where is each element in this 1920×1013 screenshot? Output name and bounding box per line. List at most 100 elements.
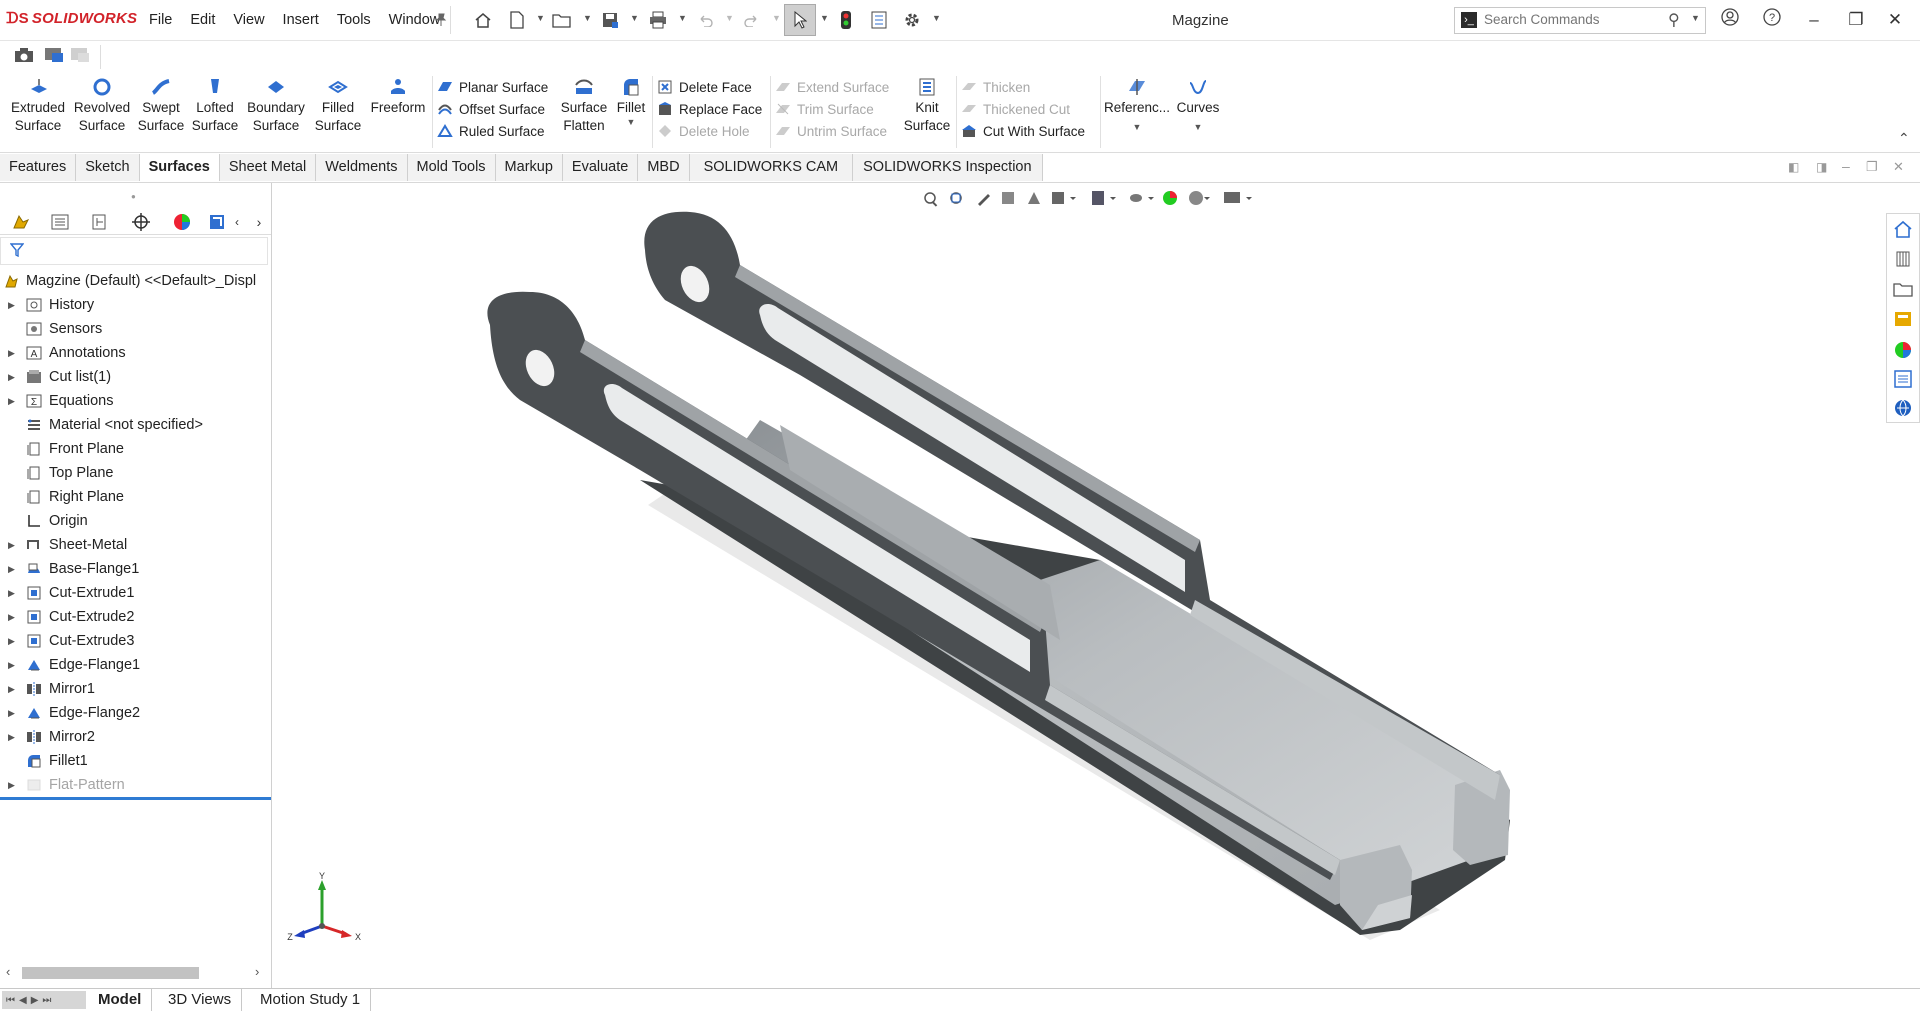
surface-flatten-button[interactable]: Surface Flatten [558,77,610,135]
menu-edit[interactable]: Edit [181,12,224,28]
cut-with-surface-button[interactable]: Cut With Surface [961,122,1085,142]
tree-root-part[interactable]: Magzine (Default) <<Default>_Displ [0,269,271,293]
expand-arrow-icon[interactable]: ▶ [8,725,15,749]
restore-window-icon[interactable]: ❐ [1841,8,1871,32]
record-video-icon[interactable] [70,47,90,66]
tree-item-annotations[interactable]: ▶ A Annotations [0,341,271,365]
planar-surface-button[interactable]: Planar Surface [437,78,548,98]
magazine-part-model[interactable] [272,183,1892,988]
design-library-icon[interactable] [1893,250,1913,271]
curves-button[interactable]: Curves ▼ [1172,77,1224,133]
tabs-scroll-left-icon[interactable]: ‹ [228,212,246,232]
dimxpert-manager-icon[interactable] [127,212,155,232]
expand-arrow-icon[interactable]: ▶ [8,653,15,677]
reference-dropdown-icon[interactable]: ▼ [1104,121,1170,133]
tab-weldments[interactable]: Weldments [316,154,408,181]
tab-mold-tools[interactable]: Mold Tools [407,154,496,181]
tree-item-cut-extrude2[interactable]: ▶ Cut-Extrude2 [0,605,271,629]
expand-arrow-icon[interactable]: ▶ [8,293,15,317]
swept-surface-button[interactable]: Swept Surface [136,77,186,135]
viewport-minimize-icon[interactable]: – [1842,158,1850,174]
menu-view[interactable]: View [224,12,273,28]
expand-arrow-icon[interactable]: ▶ [8,605,15,629]
expand-arrow-icon[interactable]: ▶ [8,773,15,797]
tree-item-history[interactable]: ▶ History [0,293,271,317]
next-tab-icon[interactable]: ▶ [31,995,39,1006]
expand-arrow-icon[interactable]: ▶ [8,365,15,389]
tile-right-icon[interactable]: ◨ [1816,160,1827,174]
tree-item-origin[interactable]: Origin [0,509,271,533]
tree-item-front-plane[interactable]: Front Plane [0,437,271,461]
filter-icon[interactable] [10,243,24,257]
prev-tab-icon[interactable]: ◀ [19,995,27,1006]
offset-surface-button[interactable]: Offset Surface [437,100,545,120]
boundary-surface-button[interactable]: Boundary Surface [244,77,308,135]
redo-dropdown-icon[interactable]: ▼ [772,13,781,23]
tab-evaluate[interactable]: Evaluate [562,154,639,181]
save-icon[interactable] [597,8,623,32]
reference-geometry-button[interactable]: Referenc... ▼ [1104,77,1170,133]
tree-item-fillet1[interactable]: Fillet1 [0,749,271,773]
tree-item-right-plane[interactable]: Right Plane [0,485,271,509]
horizontal-scrollbar[interactable]: ‹ › [0,963,268,983]
undo-dropdown-icon[interactable]: ▼ [725,13,734,23]
delete-face-button[interactable]: Delete Face [657,78,752,98]
tabs-scroll-right-icon[interactable]: › [250,212,268,232]
solidworks-resources-icon[interactable] [1893,220,1913,241]
tree-item-mirror1[interactable]: ▶ Mirror1 [0,677,271,701]
tab-solidworks-inspection[interactable]: SOLIDWORKS Inspection [853,154,1043,181]
rebuild-icon[interactable] [833,8,859,32]
tab-markup[interactable]: Markup [495,154,563,181]
tab-3d-views[interactable]: 3D Views [158,989,243,1011]
tree-item-base-flange1[interactable]: ▶ Base-Flange1 [0,557,271,581]
file-properties-icon[interactable] [866,8,892,32]
tree-item-edge-flange2[interactable]: ▶ Edge-Flange2 [0,701,271,725]
expand-arrow-icon[interactable]: ▶ [8,677,15,701]
curves-dropdown-icon[interactable]: ▼ [1172,121,1224,133]
scrollbar-thumb[interactable] [22,967,199,979]
tree-item-mirror2[interactable]: ▶ Mirror2 [0,725,271,749]
property-manager-icon[interactable] [46,212,74,232]
tree-item-edge-flange1[interactable]: ▶ Edge-Flange1 [0,653,271,677]
screen-capture-icon[interactable] [44,47,64,66]
options-dropdown-icon[interactable]: ▼ [932,13,941,23]
cam-feature-tree-icon[interactable] [206,212,228,232]
open-folder-icon[interactable] [549,8,575,32]
menu-tools[interactable]: Tools [328,12,380,28]
delete-hole-button[interactable]: Delete Hole [657,122,750,142]
thicken-button[interactable]: Thicken [961,78,1030,98]
minimize-window-icon[interactable]: – [1799,8,1829,32]
tab-mbd[interactable]: MBD [638,154,690,181]
tree-item-flat-pattern[interactable]: ▶ Flat-Pattern [0,773,271,797]
knit-surface-button[interactable]: Knit Surface [900,77,954,135]
tab-sheet-metal[interactable]: Sheet Metal [219,154,317,181]
custom-properties-icon[interactable] [1893,370,1913,391]
fillet-dropdown-icon[interactable]: ▼ [612,117,650,127]
tab-features[interactable]: Features [0,154,77,181]
print-dropdown-icon[interactable]: ▼ [678,13,687,23]
trim-surface-button[interactable]: Trim Surface [775,100,874,120]
menu-file[interactable]: File [140,12,181,28]
search-dropdown-icon[interactable]: ▼ [1691,13,1700,23]
search-input[interactable] [1484,10,1654,29]
tree-item-sheet-metal[interactable]: ▶ Sheet-Metal [0,533,271,557]
user-account-icon[interactable] [1715,8,1745,32]
ruled-surface-button[interactable]: Ruled Surface [437,122,545,142]
fillet-button[interactable]: Fillet ▼ [612,77,650,127]
lofted-surface-button[interactable]: Lofted Surface [190,77,240,135]
thickened-cut-button[interactable]: Thickened Cut [961,100,1070,120]
extruded-surface-button[interactable]: Extruded Surface [8,77,68,135]
select-dropdown-icon[interactable]: ▼ [820,13,829,23]
tree-item-equations[interactable]: ▶ Σ Equations [0,389,271,413]
first-tab-icon[interactable]: ⏮ [6,995,15,1006]
search-icon[interactable]: ⚲ [1668,10,1680,30]
file-explorer-icon[interactable] [1893,280,1913,301]
solidworks-forum-icon[interactable] [1893,398,1913,421]
undo-icon[interactable] [692,8,718,32]
scroll-right-arrow-icon[interactable]: › [255,964,259,979]
tree-item-cut-extrude3[interactable]: ▶ Cut-Extrude3 [0,629,271,653]
expand-arrow-icon[interactable]: ▶ [8,581,15,605]
help-icon[interactable]: ? [1757,8,1787,32]
new-document-icon[interactable] [504,8,530,32]
tree-item-cut-extrude1[interactable]: ▶ Cut-Extrude1 [0,581,271,605]
